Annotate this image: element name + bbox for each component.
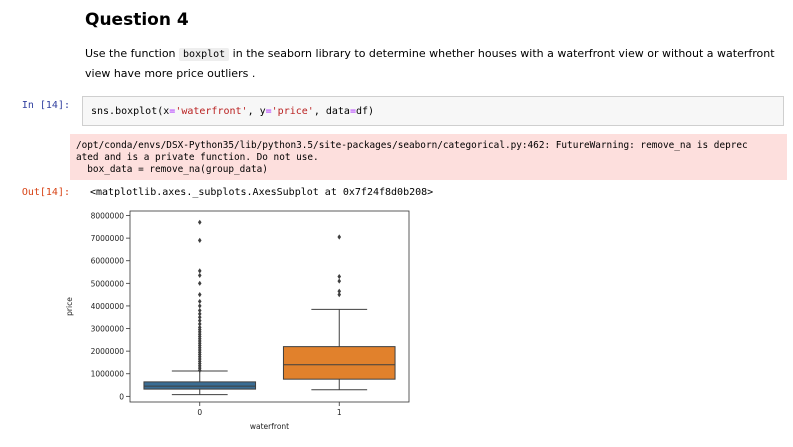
y-tick-label: 7000000 [91,234,125,243]
question-instruction: Use the function boxplot in the seaborn … [85,44,775,83]
iqr-box [282,346,396,380]
code-input-text[interactable]: sns.boxplot(x='waterfront', y='price', d… [91,106,374,117]
y-tick-label: 2000000 [91,347,125,356]
y-tick-label: 6000000 [91,257,125,266]
iqr-box [143,381,257,390]
code-token: , data [313,106,350,117]
y-tick-label: 0 [119,392,124,401]
code-token-string: 'waterfront' [175,106,248,117]
boxplot-chart: 0 1000000 2000000 3000000 4000000 5000000 6000… [65,210,410,431]
y-tick-label: 8000000 [91,212,125,221]
x-tick-label: 0 [197,408,202,417]
output-prompt: Out[14]: [21,187,70,198]
inline-code-boxplot: boxplot [179,48,230,61]
code-token-string: 'price' [271,106,314,117]
x-axis-label: waterfront [250,422,289,431]
y-tick-label: 3000000 [91,325,125,334]
x-tick-label: 1 [337,408,342,417]
y-tick-label: 5000000 [91,279,125,288]
code-token: sns.boxplot(x [91,106,170,117]
output-repr-text: <matplotlib.axes._subplots.AxesSubplot a… [90,187,434,198]
question-heading: Question 4 [85,10,189,30]
code-token: df) [355,106,375,117]
y-axis-label: price [65,297,74,316]
stderr-warning-output: /opt/conda/envs/DSX-Python35/lib/python3… [70,134,787,180]
y-tick-label: 4000000 [91,302,125,311]
code-input-cell[interactable]: sns.boxplot(x='waterfront', y='price', d… [82,96,784,126]
input-prompt: In [14]: [21,100,70,111]
code-token: , y [247,106,266,117]
y-tick-label: 1000000 [91,370,125,379]
instruction-text-before: Use the function [85,47,180,60]
